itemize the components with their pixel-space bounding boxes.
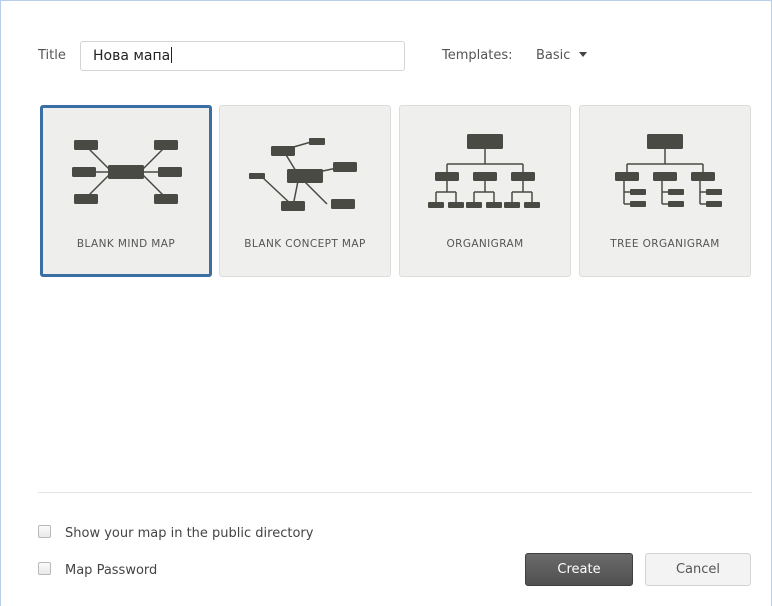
public-directory-label: Show your map in the public directory	[65, 526, 314, 541]
map-password-label: Map Password	[65, 563, 158, 578]
template-card-tree-organigram[interactable]: TREE ORGANIGRAM	[579, 105, 751, 277]
template-card-label: ORGANIGRAM	[446, 238, 524, 250]
divider	[38, 492, 752, 493]
mind-map-icon	[72, 140, 182, 204]
create-button[interactable]: Create	[525, 553, 633, 586]
map-password-option[interactable]: Map Password	[38, 562, 157, 578]
template-card-organigram[interactable]: ORGANIGRAM	[399, 105, 571, 277]
map-password-checkbox[interactable]	[38, 562, 51, 575]
template-card-blank-concept-map[interactable]: BLANK CONCEPT MAP	[219, 105, 391, 277]
template-card-label: BLANK CONCEPT MAP	[244, 238, 366, 250]
title-input[interactable]: Нова мапа	[80, 41, 405, 71]
chevron-down-icon	[579, 52, 588, 57]
concept-map-icon	[249, 138, 357, 211]
title-label: Title	[38, 48, 66, 63]
templates-selected-value: Basic	[536, 48, 571, 63]
public-directory-checkbox[interactable]	[38, 525, 51, 538]
public-directory-option[interactable]: Show your map in the public directory	[38, 525, 313, 541]
templates-dropdown[interactable]: Basic	[536, 48, 588, 63]
text-cursor	[171, 47, 173, 63]
organigram-icon	[428, 134, 540, 208]
template-card-label: BLANK MIND MAP	[76, 238, 176, 250]
title-input-value: Нова мапа	[93, 48, 171, 64]
tree-organigram-icon	[615, 134, 722, 207]
dialog-frame	[0, 0, 772, 606]
template-card-label: TREE ORGANIGRAM	[610, 238, 720, 250]
template-card-blank-mind-map[interactable]: BLANK MIND MAP	[40, 105, 212, 277]
cancel-button[interactable]: Cancel	[645, 553, 751, 586]
templates-label: Templates:	[442, 48, 513, 63]
